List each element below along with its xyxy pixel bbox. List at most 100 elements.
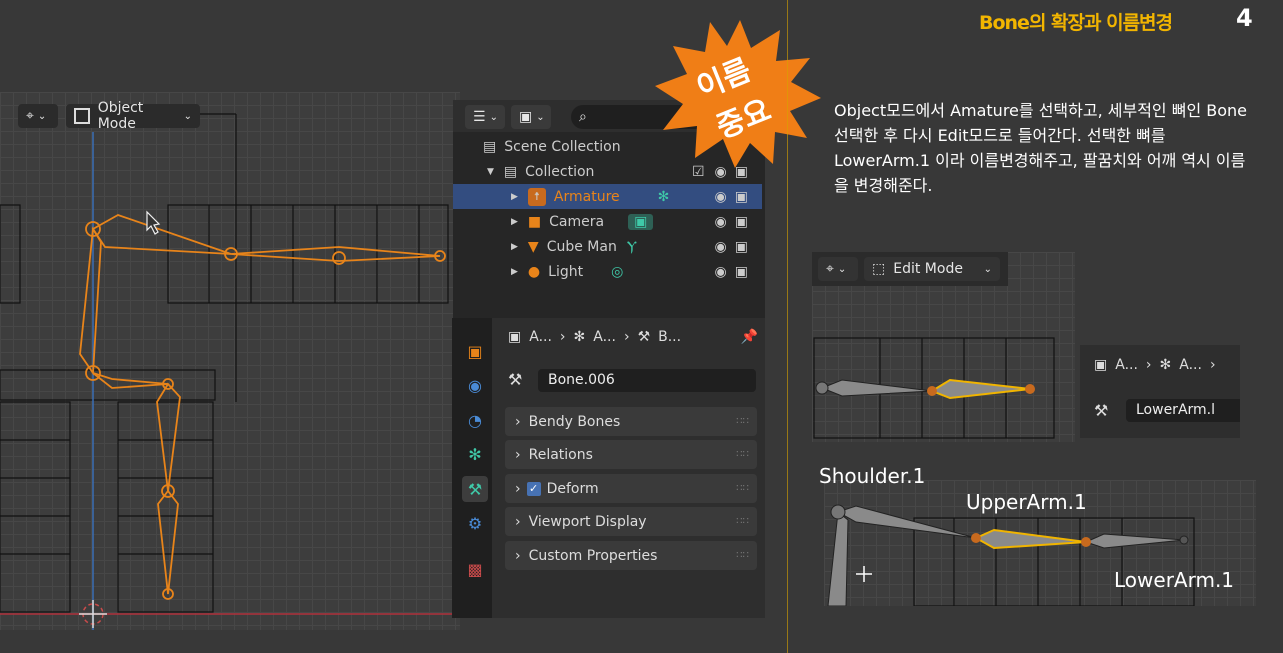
object-mode-icon bbox=[74, 108, 90, 124]
collection-icon: ▤ bbox=[503, 163, 518, 180]
eye-icon[interactable]: ◉ bbox=[715, 189, 727, 205]
deform-checkbox[interactable]: ✓ bbox=[526, 481, 541, 496]
drag-handle-icon[interactable]: ∷∷ bbox=[736, 550, 749, 561]
collection-icon: ▤ bbox=[483, 138, 497, 155]
outliner-item-armature[interactable]: ▶ ☨ Armature ✻ ◉ ▣ bbox=[453, 184, 762, 209]
chevron-down-icon: ⌄ bbox=[489, 111, 498, 123]
snippet-breadcrumb: ▣ A... › ✻ A... › bbox=[1094, 357, 1216, 373]
armature-viewport-svg bbox=[0, 113, 460, 630]
drag-handle-icon[interactable]: ∷∷ bbox=[736, 516, 749, 527]
panel-label: Custom Properties bbox=[528, 547, 658, 564]
outliner-item-camera[interactable]: ▶ ■ Camera ▣ ◉ ▣ bbox=[453, 209, 762, 234]
edit-mode-icon: ⬚ bbox=[872, 261, 886, 277]
chevron-down-icon: ⌄ bbox=[37, 110, 47, 122]
drag-handle-icon[interactable]: ∷∷ bbox=[736, 449, 749, 460]
breadcrumb-armature: A... bbox=[593, 329, 616, 345]
drag-handle-icon[interactable]: ∷∷ bbox=[736, 483, 749, 494]
label-upper-arm: UpperArm.1 bbox=[966, 490, 1087, 514]
transform-pivot-button[interactable]: ⌖ ⌄ bbox=[18, 104, 58, 128]
page-number: 4 bbox=[1236, 4, 1253, 32]
object-tab-icon[interactable]: ▣ bbox=[462, 338, 488, 364]
mode-select-edit[interactable]: ⬚ Edit Mode ⌄ bbox=[864, 257, 1000, 281]
bone-icon: ⚒ bbox=[637, 329, 651, 345]
eye-icon[interactable]: ◉ bbox=[715, 239, 727, 255]
bone-name-value: LowerArm.l bbox=[1136, 402, 1216, 418]
light-icon: ● bbox=[527, 263, 541, 280]
bone-tab-icon[interactable]: ⚒ bbox=[462, 476, 488, 502]
search-icon: ⌕ bbox=[579, 109, 587, 125]
armature-data-tab-icon[interactable]: ✻ bbox=[462, 441, 488, 467]
chevron-right-icon: › bbox=[559, 329, 566, 345]
chevron-down-icon: ⌄ bbox=[837, 263, 847, 275]
panel-label: Bendy Bones bbox=[528, 413, 621, 430]
3d-cursor-icon bbox=[79, 600, 107, 628]
item-label: Cube Man bbox=[546, 238, 617, 255]
camera-icon: ■ bbox=[527, 213, 542, 230]
page-title: Bone의 확장과 이름변경 bbox=[979, 12, 1173, 34]
properties-snippet: ▣ A... › ✻ A... › ⚒ LowerArm.l bbox=[1080, 345, 1240, 438]
physics-tab-icon[interactable]: ◔ bbox=[462, 407, 488, 433]
camera-render-icon[interactable]: ▣ bbox=[735, 189, 748, 205]
expand-arrow-icon: ▶ bbox=[511, 191, 518, 202]
filter-icon: ▣ bbox=[519, 109, 533, 125]
breadcrumb-object: A... bbox=[1115, 357, 1138, 373]
panel-label: Deform bbox=[546, 480, 599, 497]
breadcrumb-armature: A... bbox=[1179, 357, 1202, 373]
filter-button[interactable]: ▣ ⌄ bbox=[511, 105, 551, 129]
panel-custom-properties[interactable]: › Custom Properties ∷∷ bbox=[505, 541, 757, 570]
panel-relations[interactable]: › Relations ∷∷ bbox=[505, 440, 757, 469]
object-icon: ▣ bbox=[1094, 357, 1108, 373]
chevron-right-icon: › bbox=[515, 480, 521, 497]
drag-handle-icon[interactable]: ∷∷ bbox=[736, 416, 749, 427]
camera-render-icon[interactable]: ▣ bbox=[735, 264, 748, 280]
armature-icon: ✻ bbox=[1159, 357, 1172, 373]
mesh-icon: ▼ bbox=[527, 238, 539, 255]
armature-data-icon: ✻ bbox=[657, 188, 670, 205]
breadcrumb-bone: B... bbox=[658, 329, 682, 345]
chevron-right-icon: › bbox=[515, 513, 521, 530]
mesh-data-icon: Ⲩ bbox=[626, 238, 637, 255]
armature-icon: ✻ bbox=[573, 329, 586, 345]
object-icon: ▣ bbox=[508, 329, 522, 345]
expand-arrow-icon: ▼ bbox=[487, 166, 494, 177]
pivot-icon: ⌖ bbox=[26, 108, 34, 124]
panel-viewport-display[interactable]: › Viewport Display ∷∷ bbox=[505, 507, 757, 536]
outliner-icon: ☰ bbox=[473, 109, 486, 125]
chevron-down-icon: ⌄ bbox=[536, 111, 545, 123]
panel-deform[interactable]: › ✓ Deform ∷∷ bbox=[505, 474, 757, 503]
section-divider bbox=[787, 0, 788, 653]
chevron-down-icon: ⌄ bbox=[983, 263, 992, 275]
chevron-right-icon: › bbox=[515, 413, 521, 430]
bone-icon: ⚒ bbox=[1094, 401, 1109, 420]
texture-tab-icon[interactable]: ▩ bbox=[462, 556, 488, 582]
modifiers-tab-icon[interactable]: ◉ bbox=[462, 372, 488, 398]
bone-icon: ⚒ bbox=[508, 370, 523, 389]
outliner-item-cube-man[interactable]: ▶ ▼ Cube Man Ⲩ ◉ ▣ bbox=[453, 234, 762, 259]
bone-name-field[interactable]: Bone.006 bbox=[538, 369, 756, 392]
eye-icon[interactable]: ◉ bbox=[715, 214, 727, 230]
display-mode-button[interactable]: ☰ ⌄ bbox=[465, 105, 505, 129]
viewport-object-mode[interactable] bbox=[0, 92, 460, 630]
scene-collection-label: Scene Collection bbox=[504, 138, 621, 155]
collection-label: Collection bbox=[525, 163, 595, 180]
light-data-icon: ◎ bbox=[611, 263, 624, 280]
outliner-item-light[interactable]: ▶ ● Light ◎ ◉ ▣ bbox=[453, 259, 762, 284]
chevron-right-icon: › bbox=[1145, 357, 1152, 373]
breadcrumb-object: A... bbox=[529, 329, 552, 345]
transform-pivot-button[interactable]: ⌖ ⌄ bbox=[818, 257, 858, 281]
camera-render-icon[interactable]: ▣ bbox=[735, 214, 748, 230]
properties-breadcrumb: ▣ A... › ✻ A... › ⚒ B... 📌 bbox=[508, 327, 758, 347]
pin-icon[interactable]: 📌 bbox=[741, 329, 758, 345]
chevron-down-icon: ⌄ bbox=[183, 110, 192, 122]
snippet-bone-name-field[interactable]: LowerArm.l bbox=[1126, 399, 1240, 422]
crosshair-cursor-icon bbox=[856, 566, 872, 582]
panel-bendy-bones[interactable]: › Bendy Bones ∷∷ bbox=[505, 407, 757, 436]
camera-render-icon[interactable]: ▣ bbox=[735, 239, 748, 255]
label-lower-arm: LowerArm.1 bbox=[1114, 568, 1235, 592]
mode-label: Object Mode bbox=[97, 100, 144, 132]
eye-icon[interactable]: ◉ bbox=[715, 264, 727, 280]
bone-constraint-tab-icon[interactable]: ⚙ bbox=[462, 510, 488, 536]
important-badge: 이름 중요 bbox=[655, 18, 825, 168]
mode-select-object[interactable]: Object Mode ⌄ bbox=[66, 100, 200, 132]
panel-label: Relations bbox=[528, 446, 593, 463]
